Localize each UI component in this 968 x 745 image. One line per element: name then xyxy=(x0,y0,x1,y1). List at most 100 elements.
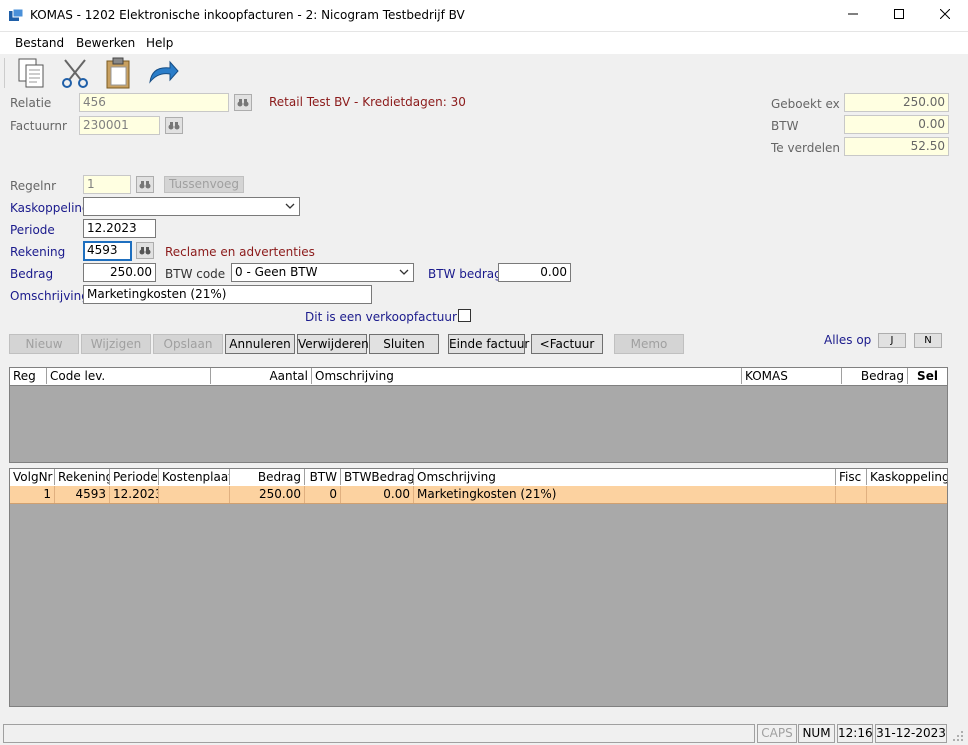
verkoopfactuur-checkbox[interactable] xyxy=(458,309,471,322)
memo-button[interactable]: Memo xyxy=(614,334,684,354)
cut-button[interactable] xyxy=(59,56,93,90)
toolbar-grip xyxy=(4,58,7,88)
paste-button[interactable] xyxy=(102,56,136,90)
status-message xyxy=(3,724,755,743)
bedrag-label: Bedrag xyxy=(10,267,54,281)
regelnr-field[interactable]: 1 xyxy=(83,175,131,194)
caps-indicator: CAPS xyxy=(757,724,797,743)
minimize-icon xyxy=(848,13,858,15)
menu-help[interactable]: Help xyxy=(146,36,173,50)
cell-bedrag: 250.00 xyxy=(230,486,305,503)
order-lines-grid[interactable]: Reg Code lev. Aantal Omschrijving KOMAS … xyxy=(9,367,948,463)
col-kostenplaats[interactable]: Kostenplaats xyxy=(159,469,230,485)
btw-code-select[interactable]: 0 - Geen BTW xyxy=(231,263,414,282)
relatie-lookup-button[interactable] xyxy=(234,94,252,111)
booking-lines-grid[interactable]: VolgNr Rekening Periode Kostenplaats Bed… xyxy=(9,468,948,707)
wijzigen-button[interactable]: Wijzigen xyxy=(81,334,151,354)
chevron-down-icon xyxy=(399,269,409,275)
factuurnr-label: Factuurnr xyxy=(10,119,67,133)
col-rekening[interactable]: Rekening xyxy=(55,469,110,485)
btw-label: BTW xyxy=(771,119,799,133)
opslaan-button[interactable]: Opslaan xyxy=(153,334,223,354)
relatie-label: Relatie xyxy=(10,96,52,110)
minimize-button[interactable] xyxy=(830,0,876,30)
booking-lines-header: VolgNr Rekening Periode Kostenplaats Bed… xyxy=(10,469,947,487)
relatie-field[interactable]: 456 xyxy=(79,93,229,112)
col-btwbedrag[interactable]: BTWBedrag xyxy=(341,469,414,485)
cell-fisc xyxy=(836,486,867,503)
omschrijving-label: Omschrijving xyxy=(10,289,89,303)
cell-periode: 12.2023 xyxy=(110,486,159,503)
resize-grip-icon[interactable] xyxy=(952,730,964,742)
col-reg[interactable]: Reg xyxy=(10,368,47,384)
col-sel[interactable]: Sel xyxy=(908,368,947,384)
col-omschrijving[interactable]: Omschrijving xyxy=(312,368,742,384)
annuleren-button[interactable]: Annuleren xyxy=(225,334,295,354)
maximize-icon xyxy=(894,9,904,19)
bedrag-field[interactable]: 250.00 xyxy=(83,263,156,282)
col-kaskoppeling[interactable]: Kaskoppeling xyxy=(867,469,947,485)
geboekt-ex-label: Geboekt ex xyxy=(771,97,840,111)
te-verdelen-label: Te verdelen xyxy=(771,141,841,155)
btw-code-value: 0 - Geen BTW xyxy=(235,265,318,279)
binoculars-icon xyxy=(139,181,151,189)
col-code-lev[interactable]: Code lev. xyxy=(47,368,211,384)
btw-bedrag-label: BTW bedrag xyxy=(428,267,502,281)
periode-field[interactable]: 12.2023 xyxy=(83,219,156,238)
close-button[interactable] xyxy=(922,0,968,30)
alles-op-j-button[interactable]: J xyxy=(878,333,906,348)
nieuw-button[interactable]: Nieuw xyxy=(9,334,79,354)
cell-rekening: 4593 xyxy=(55,486,110,503)
scissors-icon xyxy=(62,59,88,88)
tussenvoegen-button[interactable]: Tussenvoeg xyxy=(164,176,244,193)
verwijderen-button[interactable]: Verwijderen xyxy=(297,334,369,354)
einde-factuur-button[interactable]: Einde factuur xyxy=(448,334,529,354)
sluiten-button[interactable]: Sluiten xyxy=(369,334,439,354)
kaskoppeling-select[interactable] xyxy=(83,197,300,216)
omschrijving-field[interactable]: Marketingkosten (21%) xyxy=(83,285,372,304)
window-title: KOMAS - 1202 Elektronische inkoopfacture… xyxy=(30,8,465,22)
regelnr-lookup-button[interactable] xyxy=(136,176,154,193)
alles-op-n-button[interactable]: N xyxy=(914,333,942,348)
menu-bewerken[interactable]: Bewerken xyxy=(76,36,135,50)
col-aantal[interactable]: Aantal xyxy=(211,368,312,384)
binoculars-icon xyxy=(168,122,180,130)
status-date: 31-12-2023 xyxy=(875,724,947,743)
rekening-field[interactable]: 4593 xyxy=(83,241,132,261)
cell-omschrijving: Marketingkosten (21%) xyxy=(414,486,836,503)
col-periode[interactable]: Periode xyxy=(110,469,159,485)
kaskoppeling-label: Kaskoppeling xyxy=(10,201,90,215)
undo-icon xyxy=(149,60,179,84)
factuurnr-lookup-button[interactable] xyxy=(165,117,183,134)
col-volgnr[interactable]: VolgNr xyxy=(10,469,55,485)
btw-field: 0.00 xyxy=(844,115,949,134)
vorige-factuur-button[interactable]: <Factuur xyxy=(531,334,603,354)
col-fisc[interactable]: Fisc xyxy=(836,469,867,485)
maximize-button[interactable] xyxy=(876,0,922,30)
factuurnr-field[interactable]: 230001 xyxy=(79,116,160,135)
col-btw[interactable]: BTW xyxy=(305,469,341,485)
cell-btwbedrag: 0.00 xyxy=(341,486,414,503)
table-row[interactable]: 1 4593 12.2023 250.00 0 0.00 Marketingko… xyxy=(10,486,947,504)
rekening-info: Reclame en advertenties xyxy=(165,245,315,259)
col-bedrag[interactable]: Bedrag xyxy=(842,368,908,384)
cell-volgnr: 1 xyxy=(10,486,55,503)
rekening-lookup-button[interactable] xyxy=(136,242,154,259)
periode-label: Periode xyxy=(10,223,55,237)
col-komas[interactable]: KOMAS xyxy=(742,368,842,384)
menu-bestand[interactable]: Bestand xyxy=(15,36,64,50)
verkoopfactuur-label: Dit is een verkoopfactuur xyxy=(305,310,457,324)
btw-bedrag-field[interactable]: 0.00 xyxy=(498,263,571,282)
cell-kostenplaats xyxy=(159,486,230,503)
col-omschrijving[interactable]: Omschrijving xyxy=(414,469,836,485)
undo-button[interactable] xyxy=(146,56,180,90)
regelnr-label: Regelnr xyxy=(10,179,57,193)
chevron-down-icon xyxy=(285,203,295,209)
cell-kaskoppeling xyxy=(867,486,947,503)
te-verdelen-field: 52.50 xyxy=(844,137,949,156)
col-bedrag[interactable]: Bedrag xyxy=(230,469,305,485)
binoculars-icon xyxy=(237,99,249,107)
order-lines-header: Reg Code lev. Aantal Omschrijving KOMAS … xyxy=(10,368,947,386)
copy-button[interactable] xyxy=(15,56,49,90)
relatie-info: Retail Test BV - Kredietdagen: 30 xyxy=(269,95,466,109)
